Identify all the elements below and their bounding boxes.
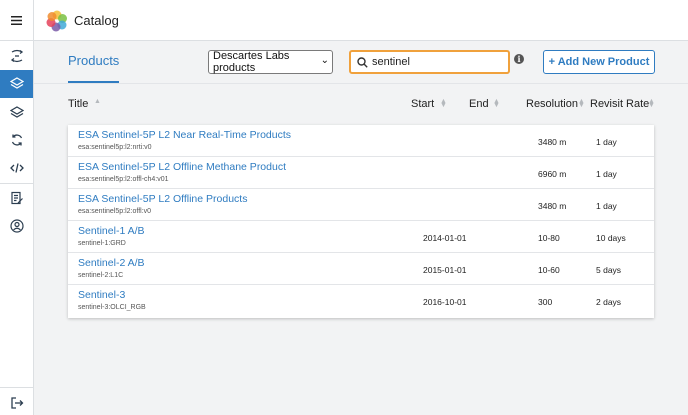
header-divider [34,83,688,84]
sidebar [0,41,34,415]
top-bar: Catalog [0,0,688,41]
info-icon[interactable]: i [514,54,524,64]
sidebar-item-account[interactable] [0,212,33,240]
product-id: sentinel-3:OLCI_RGB [78,304,146,311]
table-row[interactable]: Sentinel-3 sentinel-3:OLCI_RGB 2016-10-0… [68,285,654,317]
table-row[interactable]: ESA Sentinel-5P L2 Offline Products esa:… [68,189,654,221]
product-id: esa:sentinel5p:l2:nrti:v0 [78,144,152,151]
product-title-link[interactable]: ESA Sentinel-5P L2 Near Real-Time Produc… [78,129,291,141]
column-header-revisit-rate[interactable]: Revisit Rate [590,98,649,110]
app-title: Catalog [74,13,119,28]
product-id: sentinel-2:L1C [78,272,124,279]
search-input[interactable]: sentinel [349,50,510,74]
column-header-end[interactable]: End [469,98,489,110]
product-revisit-rate: 1 day [596,201,617,211]
product-resolution: 300 [538,297,553,307]
table-row[interactable]: Sentinel-1 A/B sentinel-1:GRD 2014-01-01… [68,221,654,253]
product-resolution: 3480 m [538,137,567,147]
sidebar-collapse-button[interactable] [0,42,33,70]
layers-icon [9,77,24,89]
product-revisit-rate: 10 days [596,233,626,243]
product-title-link[interactable]: ESA Sentinel-5P L2 Offline Methane Produ… [78,161,286,173]
menu-button[interactable] [0,0,34,41]
product-resolution: 10-60 [538,265,560,275]
logout-icon [10,397,23,409]
organization-select[interactable]: Descartes Labs products ⌄ [208,50,333,74]
product-title-link[interactable]: Sentinel-2 A/B [78,257,145,269]
sidebar-item-code[interactable] [0,154,33,182]
product-title-link[interactable]: Sentinel-3 [78,289,125,301]
account-icon [9,219,24,233]
product-title-link[interactable]: ESA Sentinel-5P L2 Offline Products [78,193,247,205]
hamburger-icon [11,16,22,25]
product-revisit-rate: 5 days [596,265,622,275]
product-resolution: 3480 m [538,201,567,211]
chevron-down-icon: ⌄ [320,55,329,66]
search-input-value: sentinel [372,56,410,68]
column-header-title[interactable]: Title [68,98,88,110]
product-revisit-rate: 2 days [596,297,622,307]
product-id: esa:sentinel5p:l2:offl-ch4:v01 [78,176,169,183]
code-icon [9,163,24,173]
table-row[interactable]: ESA Sentinel-5P L2 Offline Methane Produ… [68,157,654,189]
sort-icon[interactable]: ▲ ▼ [578,98,585,109]
product-resolution: 10-80 [538,233,560,243]
product-start: 2016-10-01 [423,297,467,307]
product-revisit-rate: 1 day [596,137,617,147]
refresh-icon [11,134,22,146]
product-resolution: 6960 m [538,169,567,179]
sidebar-divider [0,387,33,388]
add-new-product-button[interactable]: + Add New Product [543,50,655,74]
product-revisit-rate: 1 day [596,169,617,179]
organization-select-value: Descartes Labs products [213,50,290,74]
add-new-product-label: + Add New Product [548,56,650,68]
sort-asc-icon[interactable]: ▲ [94,98,101,105]
products-table: ESA Sentinel-5P L2 Near Real-Time Produc… [68,125,654,318]
product-start: 2014-01-01 [423,233,467,243]
table-row[interactable]: Sentinel-2 A/B sentinel-2:L1C 2015-01-01… [68,253,654,285]
sidebar-item-workflows[interactable] [0,126,33,154]
edit-document-icon [10,191,23,205]
sort-icon[interactable]: ▲ ▼ [648,98,655,109]
sort-icon[interactable]: ▲ ▼ [440,98,447,109]
tab-products[interactable]: Products [68,53,119,68]
catalog-logo-icon [46,10,67,32]
sort-icon[interactable]: ▲ ▼ [493,98,500,109]
info-icon-glyph: i [517,54,521,64]
sidebar-logout-button[interactable] [0,389,33,415]
table-row[interactable]: ESA Sentinel-5P L2 Near Real-Time Produc… [68,125,654,157]
search-icon [357,56,368,68]
sidebar-item-layers[interactable] [0,98,33,126]
product-title-link[interactable]: Sentinel-1 A/B [78,225,145,237]
sidebar-item-catalog[interactable] [0,70,33,98]
layers-outline-icon [9,106,24,118]
product-id: esa:sentinel5p:l2:offl:v0 [78,208,152,215]
column-header-start[interactable]: Start [411,98,434,110]
collapse-arrows-icon [10,49,23,63]
column-header-resolution[interactable]: Resolution [526,98,578,110]
product-id: sentinel-1:GRD [78,240,126,247]
product-start: 2015-01-01 [423,265,467,275]
sidebar-item-notes[interactable] [0,184,33,212]
